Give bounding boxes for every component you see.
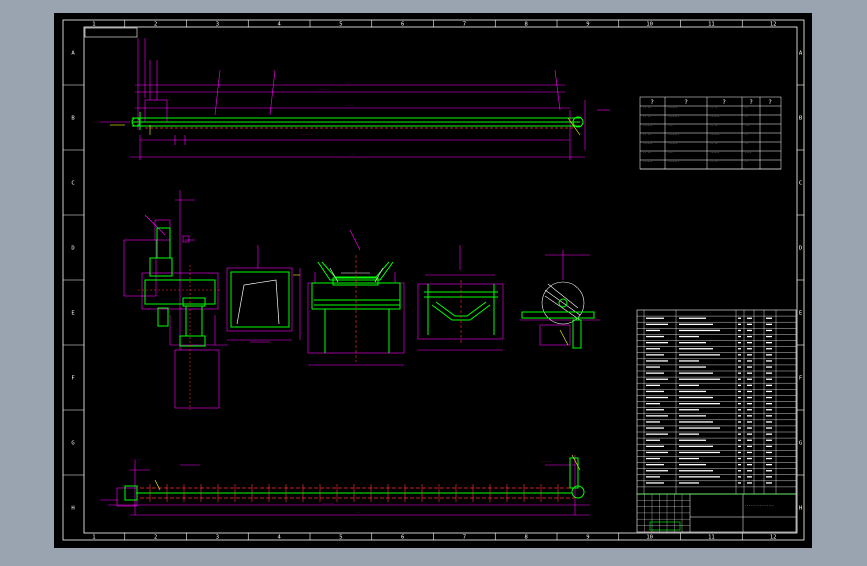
svg-text:--------: -------- <box>130 458 143 461</box>
svg-text:-------: ------- <box>668 115 679 118</box>
svg-text:-------: ------- <box>668 160 679 163</box>
zone-row-label-left: G <box>71 441 74 447</box>
svg-text:------: ------ <box>533 88 543 91</box>
svg-text:---: --- <box>668 151 673 154</box>
svg-text:------: ------ <box>643 142 653 145</box>
svg-text:----------------: ---------------- <box>745 503 774 507</box>
svg-text:-- --: -- -- <box>710 124 718 127</box>
zone-col-label-top: 1 <box>92 22 95 28</box>
svg-text:-- --: -- -- <box>643 133 651 136</box>
svg-text:--: -- <box>745 133 749 136</box>
svg-text:------: ------ <box>92 121 102 124</box>
zone-row-label-left: D <box>71 246 74 252</box>
zone-col-label-bottom: 8 <box>524 535 527 541</box>
zone-col-label-bottom: 10 <box>646 535 653 541</box>
cad-viewport: 1 1 2 2 3 3 4 4 5 5 6 6 7 7 8 8 9 9 10 10 11 11 12 12 A A B B C C D D E E… <box>0 0 867 562</box>
top-table-header: ? <box>749 99 753 106</box>
zone-row-label-left: F <box>71 376 74 382</box>
svg-text:-- --: -- -- <box>710 142 718 145</box>
svg-text:--: -- <box>745 115 749 118</box>
svg-text:--: -- <box>745 106 749 109</box>
zone-col-label-bottom: 3 <box>216 535 219 541</box>
svg-text:------: ------ <box>710 115 720 118</box>
svg-text:--: -- <box>745 142 749 145</box>
zone-col-label-top: 12 <box>770 22 777 28</box>
zone-col-label-bottom: 1 <box>92 535 95 541</box>
zone-col-label-top: 5 <box>339 22 342 28</box>
svg-text:------: ------ <box>643 160 653 163</box>
top-table-header: ? <box>684 99 688 106</box>
svg-text:----: ---- <box>745 151 752 154</box>
svg-text:----: ---- <box>345 81 352 84</box>
svg-text:-- --: -- -- <box>643 115 651 118</box>
svg-text:--------: -------- <box>300 133 313 136</box>
svg-text:------: ------ <box>668 142 678 145</box>
zone-col-label-bottom: 9 <box>586 535 589 541</box>
zone-col-label-top: 6 <box>401 22 404 28</box>
svg-text:-- --: -- -- <box>710 106 718 109</box>
zone-row-label-left: E <box>71 311 74 317</box>
cad-drawing: 112233445566778899101011111212A AB BC CD DE E… <box>54 13 812 548</box>
zone-col-label-top: 2 <box>154 22 157 28</box>
svg-text:------: ------ <box>668 106 678 109</box>
svg-text:------: ------ <box>710 151 720 154</box>
zone-col-label-bottom: 2 <box>154 535 157 541</box>
zone-row-label-right: E <box>799 311 802 317</box>
top-table-header: ? <box>722 99 726 106</box>
zone-col-label-top: 3 <box>216 22 219 28</box>
zone-col-label-top: 9 <box>586 22 589 28</box>
svg-text:------: ------ <box>643 124 653 127</box>
zone-row-label-right: H <box>799 506 802 512</box>
svg-text:-------: ------- <box>668 133 679 136</box>
zone-col-label-top: 8 <box>524 22 527 28</box>
zone-col-label-bottom: 6 <box>401 535 404 541</box>
svg-text:-- --: -- -- <box>710 160 718 163</box>
zone-row-label-left: H <box>71 506 74 512</box>
svg-text:--------: -------- <box>322 502 335 505</box>
zone-col-label-top: 11 <box>708 22 715 28</box>
zone-col-label-top: 7 <box>463 22 466 28</box>
svg-text:------: ------ <box>710 133 720 136</box>
svg-text:--------: -------- <box>540 460 553 463</box>
zone-col-label-bottom: 5 <box>339 535 342 541</box>
zone-row-label-right: C <box>799 181 802 187</box>
svg-text:---: --- <box>355 511 360 514</box>
zone-col-label-top: 10 <box>646 22 653 28</box>
zone-col-label-bottom: 7 <box>463 535 466 541</box>
zone-col-label-bottom: 11 <box>708 535 715 541</box>
svg-text:--------: -------- <box>317 88 330 91</box>
zone-row-label-right: F <box>799 376 802 382</box>
zone-col-label-bottom: 12 <box>770 535 777 541</box>
zone-row-label-right: G <box>799 441 802 447</box>
zone-row-label-right: D <box>799 246 802 252</box>
svg-text:---: --- <box>745 124 750 127</box>
svg-text:------: ------ <box>345 104 355 107</box>
svg-text:-- --: -- -- <box>643 151 651 154</box>
svg-text:-- --: -- -- <box>643 106 651 109</box>
svg-text:---: --- <box>668 124 673 127</box>
top-table-header: ? <box>650 99 654 106</box>
svg-text:---: --- <box>350 153 355 156</box>
svg-text:--: -- <box>745 160 749 163</box>
zone-row-label-left: C <box>71 181 74 187</box>
top-table-header: ? <box>768 99 772 106</box>
